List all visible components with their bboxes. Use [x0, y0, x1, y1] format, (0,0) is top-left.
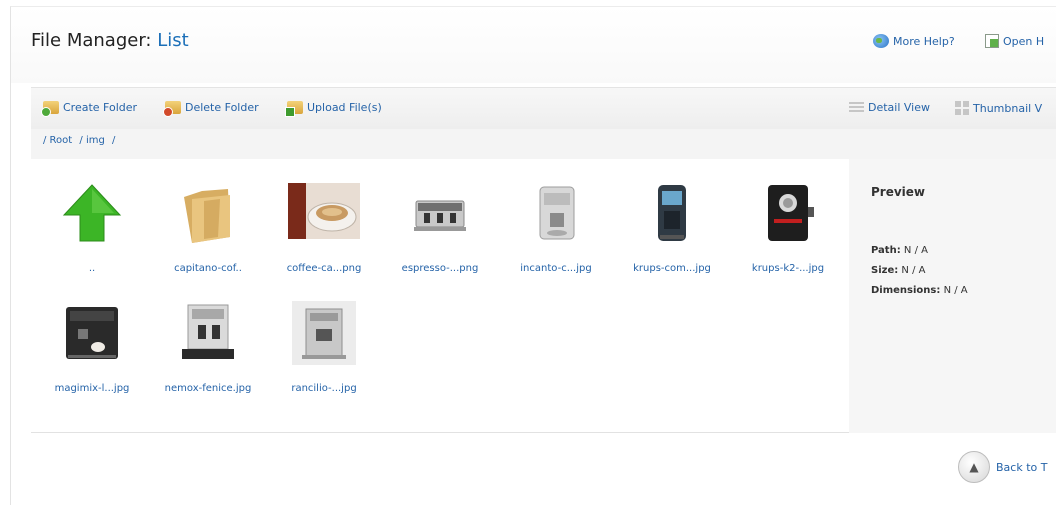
- page-header: File Manager: List More Help? Open H: [11, 7, 1056, 83]
- preview-path: Path: N / A: [871, 245, 928, 256]
- coffee-machine-icon: [182, 304, 234, 359]
- file-item[interactable]: capitano-cof..: [153, 165, 263, 283]
- breadcrumb-root[interactable]: / Root: [43, 135, 72, 146]
- file-item[interactable]: coffee-ca...png: [269, 165, 379, 283]
- file-name[interactable]: ..: [37, 263, 147, 274]
- page-title: File Manager: List: [31, 30, 189, 51]
- file-item[interactable]: nemox-fenice.jpg: [153, 285, 263, 403]
- breadcrumb-img[interactable]: / img: [79, 135, 104, 146]
- file-item[interactable]: magimix-l...jpg: [37, 285, 147, 403]
- path-label: Path:: [871, 245, 901, 256]
- open-help-link[interactable]: Open H: [985, 34, 1044, 48]
- coffee-machine-icon: [539, 186, 575, 240]
- file-item[interactable]: krups-k2-...jpg: [733, 165, 843, 283]
- up-arrow-icon: [62, 184, 122, 242]
- coffee-machine-icon: [768, 185, 814, 241]
- file-name[interactable]: nemox-fenice.jpg: [153, 383, 263, 394]
- grid-view-icon: [955, 101, 969, 115]
- file-grid: .. capitano-cof.. coffee-ca...png espres…: [31, 159, 849, 433]
- file-name[interactable]: capitano-cof..: [153, 263, 263, 274]
- dimensions-label: Dimensions:: [871, 285, 941, 296]
- detail-view-button[interactable]: Detail View: [849, 101, 930, 114]
- file-item[interactable]: rancilio-...jpg: [269, 285, 379, 403]
- create-folder-icon: [41, 101, 59, 117]
- file-browser-panel: .. capitano-cof.. coffee-ca...png espres…: [31, 159, 1056, 433]
- thumbnail-view-label: Thumbnail V: [973, 101, 1043, 115]
- coffee-machine-icon: [66, 307, 118, 359]
- coffee-machine-icon: [292, 301, 356, 365]
- upload-files-label: Upload File(s): [307, 101, 382, 114]
- upload-files-button[interactable]: Upload File(s): [285, 101, 382, 117]
- path-value: N / A: [903, 245, 928, 256]
- upload-icon: [285, 101, 303, 117]
- open-window-icon: [985, 34, 999, 48]
- dimensions-value: N / A: [943, 285, 968, 296]
- preview-panel: Preview Path: N / A Size: N / A Dimensio…: [849, 159, 1056, 433]
- file-name[interactable]: krups-k2-...jpg: [733, 263, 843, 274]
- file-manager-window: File Manager: List More Help? Open H Cre…: [10, 6, 1056, 505]
- file-name[interactable]: coffee-ca...png: [269, 263, 379, 274]
- more-help-link[interactable]: More Help?: [873, 34, 955, 48]
- breadcrumb: / Root / img /: [31, 129, 1056, 159]
- globe-icon: [873, 34, 889, 48]
- delete-folder-label: Delete Folder: [185, 101, 259, 114]
- size-value: N / A: [901, 265, 926, 276]
- file-item[interactable]: espresso-...png: [385, 165, 495, 283]
- preview-dimensions: Dimensions: N / A: [871, 285, 968, 296]
- more-help-label: More Help?: [893, 34, 955, 48]
- toolbar: Create Folder Delete Folder Upload File(…: [31, 87, 1056, 129]
- coffee-cup-icon: [288, 183, 360, 239]
- file-name[interactable]: magimix-l...jpg: [37, 383, 147, 394]
- open-help-label: Open H: [1003, 34, 1045, 48]
- preview-size: Size: N / A: [871, 265, 925, 276]
- create-folder-button[interactable]: Create Folder: [41, 101, 138, 117]
- page-title-sub: List: [157, 30, 189, 51]
- breadcrumb-separator: /: [112, 135, 116, 146]
- file-item[interactable]: ..: [37, 165, 147, 283]
- back-to-top-link[interactable]: ▲ Back to T: [958, 451, 1047, 483]
- file-name[interactable]: krups-com...jpg: [617, 263, 727, 274]
- file-item[interactable]: krups-com...jpg: [617, 165, 727, 283]
- file-name[interactable]: espresso-...png: [385, 263, 495, 274]
- create-folder-label: Create Folder: [63, 101, 138, 114]
- delete-folder-icon: [163, 101, 181, 117]
- list-view-icon: [849, 101, 864, 114]
- page-title-prefix: File Manager:: [31, 30, 152, 51]
- file-name[interactable]: incanto-c...jpg: [501, 263, 611, 274]
- coffee-machine-icon: [658, 185, 686, 241]
- preview-title: Preview: [871, 185, 926, 199]
- detail-view-label: Detail View: [868, 101, 931, 114]
- up-arrow-icon: ▲: [958, 451, 990, 483]
- file-name[interactable]: rancilio-...jpg: [269, 383, 379, 394]
- size-label: Size:: [871, 265, 899, 276]
- thumbnail-view-button[interactable]: Thumbnail V: [955, 101, 1042, 115]
- delete-folder-button[interactable]: Delete Folder: [163, 101, 259, 117]
- back-to-top-label: Back to T: [996, 460, 1048, 474]
- espresso-machine-icon: [414, 200, 466, 231]
- folder-icon: [184, 189, 230, 243]
- file-item[interactable]: incanto-c...jpg: [501, 165, 611, 283]
